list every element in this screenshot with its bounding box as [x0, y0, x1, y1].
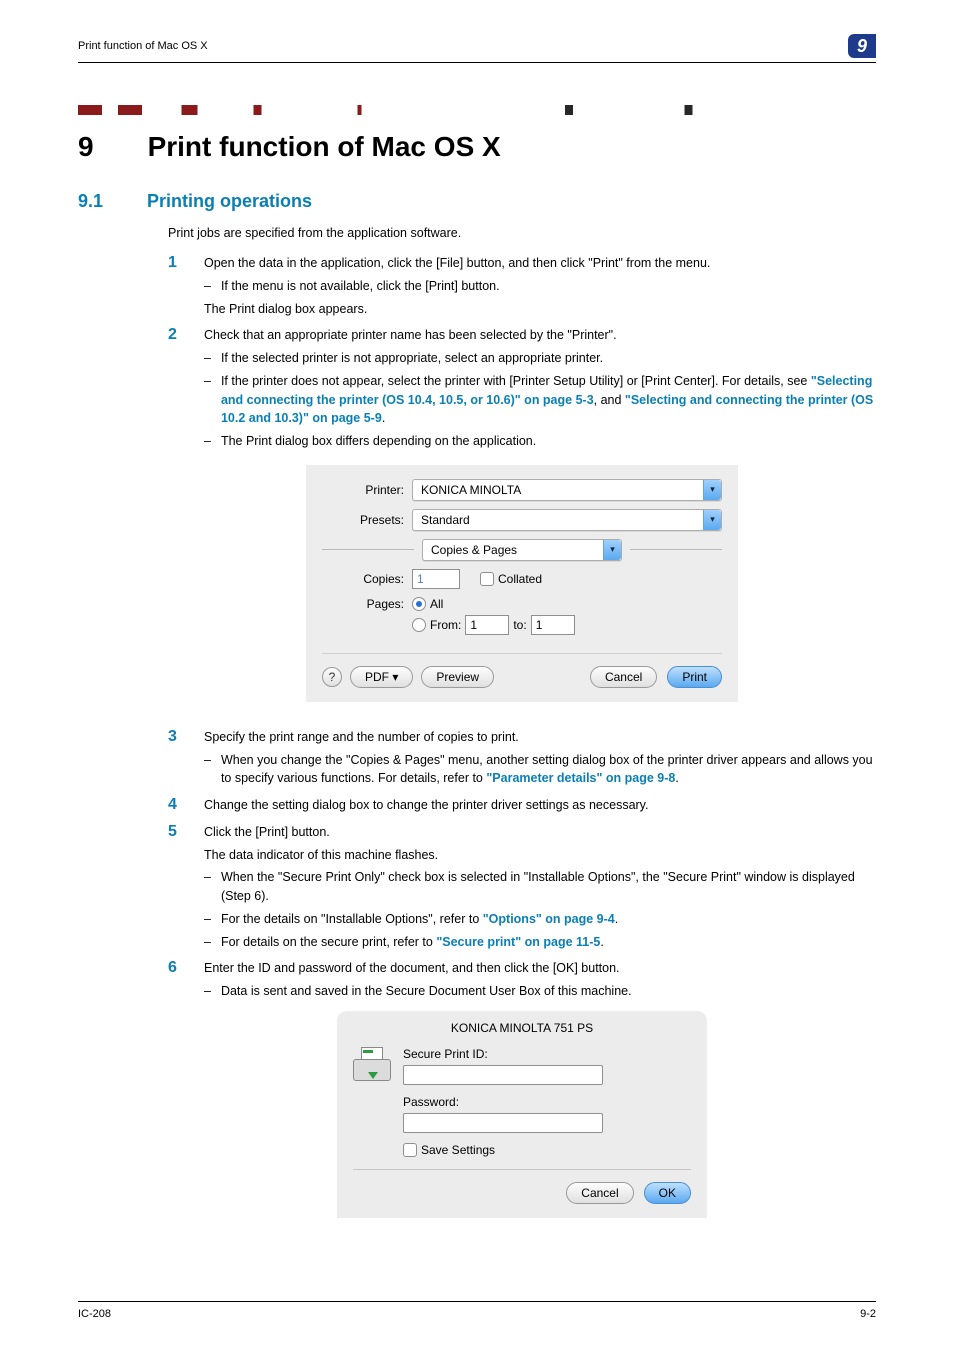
printer-select[interactable]: KONICA MINOLTA ▾	[412, 479, 722, 501]
step-number: 5	[168, 823, 186, 952]
chevron-updown-icon: ▾	[703, 480, 721, 500]
pages-all-label: All	[430, 597, 443, 611]
pages-from-input[interactable]	[465, 615, 509, 635]
step-sub: The Print dialog box differs depending o…	[221, 432, 536, 451]
pages-all-radio[interactable]	[412, 597, 426, 611]
chevron-updown-icon: ▾	[603, 540, 621, 560]
decorative-color-bar	[78, 105, 876, 115]
step-text: Enter the ID and password of the documen…	[204, 961, 620, 975]
step-2: 2 Check that an appropriate printer name…	[168, 326, 876, 451]
step-5: 5 Click the [Print] button. The data ind…	[168, 823, 876, 952]
step-number: 6	[168, 959, 186, 1001]
step-text: Specify the print range and the number o…	[204, 730, 519, 744]
preview-button[interactable]: Preview	[421, 666, 494, 688]
step-sub: When you change the "Copies & Pages" men…	[221, 751, 876, 789]
chapter-number: 9	[78, 131, 94, 163]
step-text: Change the setting dialog box to change …	[204, 798, 648, 812]
footer-left: IC-208	[78, 1308, 111, 1320]
print-button[interactable]: Print	[667, 666, 722, 688]
footer-right: 9-2	[860, 1308, 876, 1320]
copies-label: Copies:	[322, 572, 412, 586]
step-sub: For details on the secure print, refer t…	[221, 933, 604, 952]
step-number: 1	[168, 254, 186, 318]
xref-link[interactable]: "Options" on page 9-4	[483, 912, 615, 926]
help-button[interactable]: ?	[322, 667, 342, 687]
step-sub: If the selected printer is not appropria…	[221, 349, 603, 368]
pages-from-radio[interactable]	[412, 618, 426, 632]
pdf-button[interactable]: PDF ▾	[350, 666, 413, 688]
step-number: 2	[168, 326, 186, 451]
section-tab: 9	[848, 34, 876, 58]
password-label: Password:	[403, 1095, 691, 1109]
print-dialog: Printer: KONICA MINOLTA ▾ Presets: Stand…	[306, 465, 738, 702]
presets-label: Presets:	[322, 513, 412, 527]
step-text: Check that an appropriate printer name h…	[204, 328, 617, 342]
step-sub: If the menu is not available, click the …	[221, 277, 500, 296]
chevron-updown-icon: ▾	[703, 510, 721, 530]
pages-to-label: to:	[513, 618, 526, 632]
collated-checkbox[interactable]	[480, 572, 494, 586]
header-rule	[78, 62, 876, 63]
step-3: 3 Specify the print range and the number…	[168, 728, 876, 788]
xref-link[interactable]: "Parameter details" on page 9-8	[486, 771, 675, 785]
copies-input[interactable]	[412, 569, 460, 589]
cancel-button[interactable]: Cancel	[566, 1182, 633, 1204]
section-title: Printing operations	[147, 191, 312, 212]
breadcrumb: Print function of Mac OS X	[78, 40, 208, 52]
panel-select[interactable]: Copies & Pages ▾	[422, 539, 622, 561]
presets-select[interactable]: Standard ▾	[412, 509, 722, 531]
step-number: 4	[168, 796, 186, 815]
step-number: 3	[168, 728, 186, 788]
intro-text: Print jobs are specified from the applic…	[168, 224, 876, 242]
step-6: 6 Enter the ID and password of the docum…	[168, 959, 876, 1001]
save-settings-checkbox[interactable]	[403, 1143, 417, 1157]
step-1: 1 Open the data in the application, clic…	[168, 254, 876, 318]
pages-label: Pages:	[322, 597, 412, 611]
pages-from-label: From:	[430, 618, 461, 632]
step-sub: Data is sent and saved in the Secure Doc…	[221, 982, 632, 1001]
step-sub: If the printer does not appear, select t…	[221, 372, 876, 428]
dialog-title: KONICA MINOLTA 751 PS	[353, 1021, 691, 1035]
save-settings-label: Save Settings	[421, 1143, 495, 1157]
step-4: 4 Change the setting dialog box to chang…	[168, 796, 876, 815]
printer-label: Printer:	[322, 483, 412, 497]
collated-label: Collated	[498, 572, 542, 586]
pages-to-input[interactable]	[531, 615, 575, 635]
xref-link[interactable]: "Secure print" on page 11-5	[436, 935, 600, 949]
ok-button[interactable]: OK	[644, 1182, 691, 1204]
step-after: The data indicator of this machine flash…	[204, 846, 876, 865]
printer-icon	[353, 1047, 391, 1081]
secure-print-dialog: KONICA MINOLTA 751 PS Secure Print ID: P…	[337, 1011, 707, 1218]
step-text: Open the data in the application, click …	[204, 256, 710, 270]
cancel-button[interactable]: Cancel	[590, 666, 657, 688]
password-input[interactable]	[403, 1113, 603, 1133]
section-number: 9.1	[78, 191, 103, 212]
chapter-title: Print function of Mac OS X	[148, 131, 501, 163]
secure-id-input[interactable]	[403, 1065, 603, 1085]
step-after: The Print dialog box appears.	[204, 300, 876, 319]
step-text: Click the [Print] button.	[204, 825, 330, 839]
secure-id-label: Secure Print ID:	[403, 1047, 691, 1061]
step-sub: When the "Secure Print Only" check box i…	[221, 868, 876, 906]
step-sub: For the details on "Installable Options"…	[221, 910, 618, 929]
